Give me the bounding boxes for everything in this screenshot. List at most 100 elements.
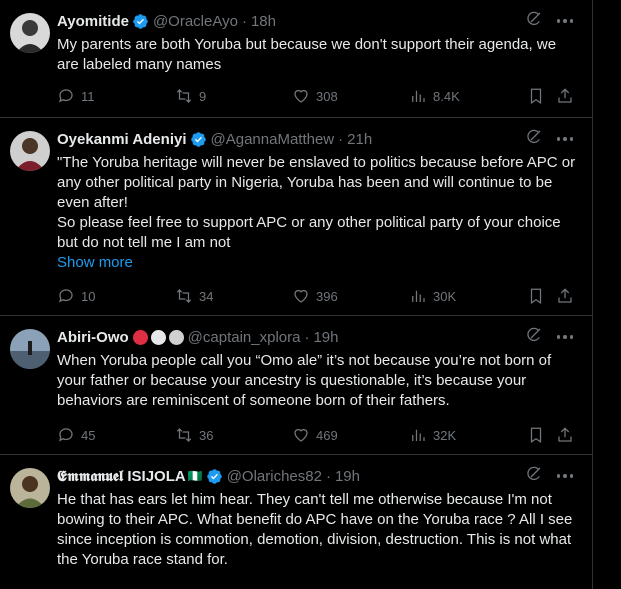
reply-button[interactable]: 10 [57,287,95,305]
tweet-header: Oyekanmi Adeniyi @AgannaMatthew · 21h [57,128,581,150]
timestamp[interactable]: 21h [347,131,372,148]
tweet-actions: 11 9 308 8.4K [57,86,581,106]
timestamp[interactable]: 19h [313,329,338,346]
like-button[interactable]: 469 [292,426,338,444]
like-count: 396 [316,288,338,304]
like-button[interactable]: 308 [292,87,338,105]
separator: · [325,467,331,485]
more-icon[interactable] [556,19,573,23]
reply-count: 45 [81,427,96,443]
repost-icon [176,428,192,442]
reply-icon [59,428,73,442]
like-button[interactable]: 396 [292,287,338,305]
share-icon [558,427,572,442]
tweet[interactable]: Oyekanmi Adeniyi @AgannaMatthew · 21h "T… [0,118,592,316]
avatar[interactable] [10,468,50,508]
verified-badge-icon [132,13,149,30]
like-count: 308 [316,88,338,104]
author-handle[interactable]: @OracleAyo [153,13,238,30]
views-button[interactable]: 8.4K [409,87,460,105]
author-handle[interactable]: @Olariches82 [227,468,322,485]
avatar[interactable] [10,329,50,369]
grok-icon[interactable] [525,465,543,487]
repost-count: 34 [199,288,214,304]
more-icon[interactable] [556,137,573,141]
author-name[interactable]: 𝕰𝖒𝖒𝖆𝖓𝖚𝖊𝖑 ISIJOLA [57,468,186,485]
avatar[interactable] [10,13,50,53]
bookmark-icon [530,427,542,443]
more-icon[interactable] [556,335,573,339]
reply-button[interactable]: 11 [57,87,95,105]
flag-emoji: 🇳🇬 [187,469,203,483]
tweet-header: Abiri-Owo @captain_xplora · 19h [57,326,581,348]
bookmark-icon [530,288,542,304]
right-rail [594,0,621,589]
timestamp[interactable]: 18h [251,13,276,30]
tweet-text: He that has ears let him hear. They can'… [57,491,573,568]
share-icon [558,288,572,303]
author-name[interactable]: Oyekanmi Adeniyi [57,131,187,148]
repost-button[interactable]: 36 [175,426,213,444]
bookmark-icon [530,88,542,104]
reply-count: 10 [81,288,96,304]
views-button[interactable]: 32K [409,426,456,444]
tweet-text: "The Yoruba heritage will never be ensla… [57,153,581,273]
verified-badge-icon [206,468,223,485]
avatar[interactable] [10,131,50,171]
views-icon [412,90,425,102]
bookmark-button[interactable] [527,287,545,305]
tweet-header: Ayomitide @OracleAyo · 18h [57,10,581,32]
share-button[interactable] [556,87,574,105]
views-count: 30K [433,288,457,304]
repost-icon [176,89,192,103]
share-button[interactable] [556,426,574,444]
tweet-actions: 45 36 469 32K [57,425,581,445]
grok-icon[interactable] [525,10,543,32]
repost-count: 9 [199,88,207,104]
tweet[interactable]: Abiri-Owo @captain_xplora · 19h When Yor… [0,316,592,455]
reply-button[interactable]: 45 [57,426,95,444]
views-icon [412,429,425,441]
author-handle[interactable]: @AgannaMatthew [211,131,335,148]
repost-button[interactable]: 9 [175,87,206,105]
reply-icon [59,289,73,303]
repost-icon [176,289,192,303]
separator: · [338,130,344,148]
tweet[interactable]: Ayomitide @OracleAyo · 18h My parents ar… [0,0,592,118]
views-icon [412,290,425,302]
grey-circle-icon [168,329,184,345]
reply-count: 11 [81,88,95,104]
show-more-link[interactable]: Show more [57,253,581,273]
share-icon [558,88,572,103]
tweet-actions: 10 34 396 30K [57,286,581,306]
author-handle[interactable]: @captain_xplora [188,329,301,346]
grok-icon[interactable] [525,326,543,348]
more-icon[interactable] [556,474,573,478]
white-circle-icon [150,329,166,345]
like-count: 469 [316,427,338,443]
tweet-text: When Yoruba people call you “Omo ale” it… [57,352,552,409]
timestamp[interactable]: 19h [335,468,360,485]
separator: · [241,12,247,30]
reply-icon [59,89,73,103]
separator: · [304,328,310,346]
like-icon [294,89,308,103]
views-count: 32K [433,427,457,443]
views-button[interactable]: 30K [409,287,456,305]
repost-count: 36 [199,427,214,443]
author-name[interactable]: Ayomitide [57,13,129,30]
grok-icon[interactable] [525,128,543,150]
verified-badge-icon [190,131,207,148]
like-icon [294,289,308,303]
like-icon [294,428,308,442]
tweet-header: 𝕰𝖒𝖒𝖆𝖓𝖚𝖊𝖑 ISIJOLA 🇳🇬 @Olariches82 · 19h [57,465,581,487]
share-button[interactable] [556,287,574,305]
tweet[interactable]: 𝕰𝖒𝖒𝖆𝖓𝖚𝖊𝖑 ISIJOLA 🇳🇬 @Olariches82 · 19h H… [0,455,592,589]
views-count: 8.4K [433,88,460,104]
repost-button[interactable]: 34 [175,287,213,305]
tweet-text: My parents are both Yoruba but because w… [57,36,557,73]
red-circle-icon [132,329,148,345]
bookmark-button[interactable] [527,87,545,105]
author-name[interactable]: Abiri-Owo [57,329,129,346]
bookmark-button[interactable] [527,426,545,444]
